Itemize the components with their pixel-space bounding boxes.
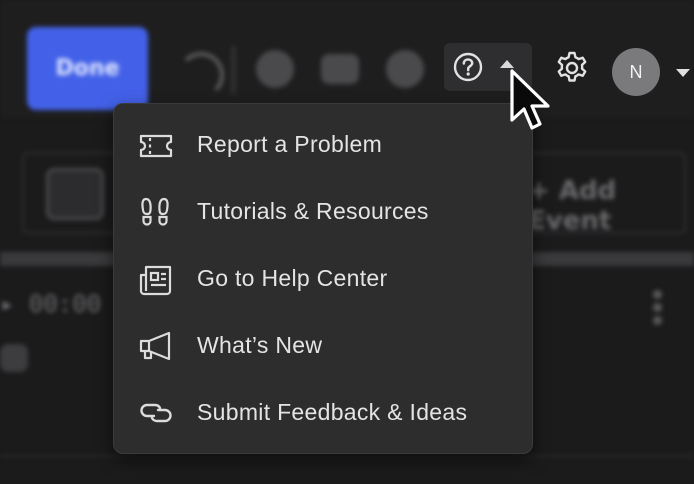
kebab-menu-icon[interactable] — [650, 290, 664, 330]
chevron-up-icon — [500, 60, 514, 68]
toolbar-divider — [232, 46, 235, 94]
menu-item-label: Go to Help Center — [197, 265, 388, 291]
info-icon[interactable] — [256, 50, 294, 88]
question-circle-icon — [453, 52, 483, 82]
menu-item-help-center[interactable]: Go to Help Center — [114, 249, 532, 311]
menu-item-tutorials[interactable]: Tutorials & Resources — [114, 182, 532, 244]
link-icon — [140, 403, 172, 423]
chevron-down-icon[interactable] — [676, 69, 690, 77]
user-avatar[interactable]: N — [612, 48, 660, 96]
toggle-pill[interactable] — [0, 344, 28, 372]
menu-item-submit-feedback[interactable]: Submit Feedback & Ideas — [114, 383, 532, 445]
menu-item-report-problem[interactable]: Report a Problem — [114, 115, 532, 177]
menu-item-whats-new[interactable]: What’s New — [114, 316, 532, 378]
footprints-icon — [141, 197, 169, 226]
mouse-pointer-icon — [510, 69, 550, 130]
add-event-button[interactable]: + Add Event — [528, 176, 694, 236]
bottom-divider — [0, 455, 694, 457]
event-type-icon[interactable] — [46, 168, 104, 220]
ticket-icon — [139, 134, 173, 158]
done-button[interactable]: Done — [27, 27, 148, 110]
menu-item-label: Report a Problem — [197, 131, 383, 157]
users-icon[interactable] — [386, 50, 424, 88]
chat-icon[interactable] — [321, 54, 359, 84]
loading-spinner-icon — [178, 52, 224, 98]
menu-item-label: Submit Feedback & Ideas — [197, 399, 468, 425]
menu-item-label: What’s New — [197, 332, 323, 358]
help-dropdown-menu: Report a Problem Tutorials & Resources G… — [113, 103, 533, 454]
gear-icon[interactable] — [553, 49, 591, 87]
time-readout: ▸ 00:00 — [0, 290, 102, 318]
newspaper-icon — [139, 265, 172, 296]
menu-item-label: Tutorials & Resources — [197, 198, 429, 224]
megaphone-icon — [139, 331, 171, 361]
